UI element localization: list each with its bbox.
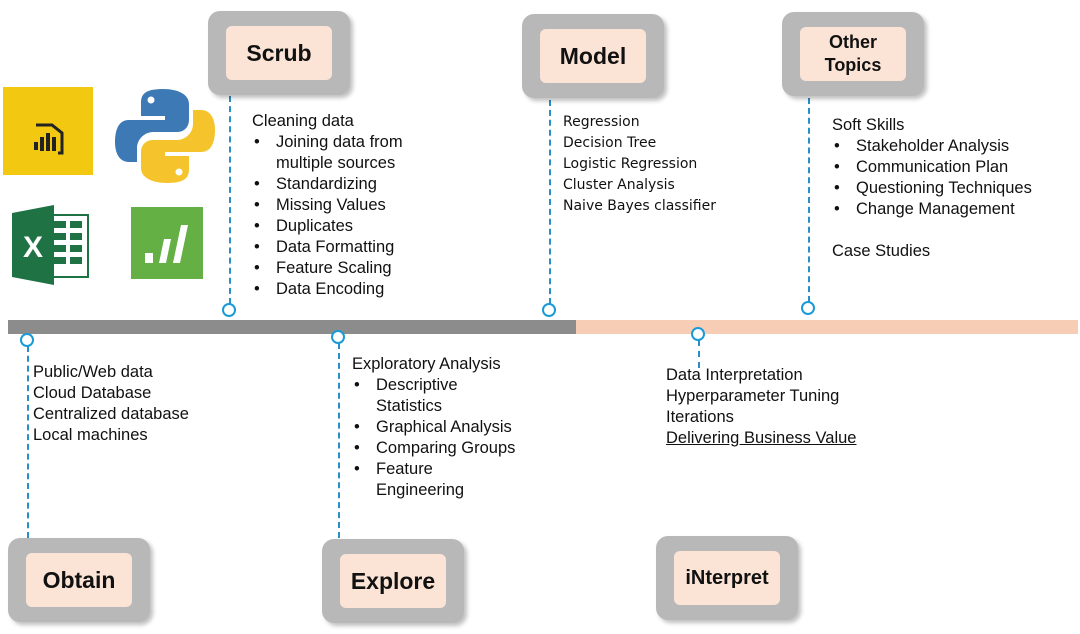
stage-model: Model — [522, 14, 664, 98]
stage-other-topics: Other Topics — [782, 12, 924, 96]
list-item: Logistic Regression — [563, 156, 698, 172]
connector — [808, 98, 810, 302]
list-item: Stakeholder Analysis — [834, 136, 1032, 157]
stage-explore: Explore — [322, 539, 464, 623]
list-item: Data Interpretation — [666, 366, 803, 384]
heading: Cleaning data — [252, 112, 354, 130]
list-item: Hyperparameter Tuning — [666, 387, 840, 405]
list-item: Missing Values — [254, 195, 426, 216]
list-item: Comparing Groups — [354, 438, 515, 459]
obtain-details: Public/Web data Cloud Database Centraliz… — [33, 362, 189, 446]
connector — [549, 100, 551, 304]
list-item: Naive Bayes classifier — [563, 198, 716, 214]
excel-icon: X — [10, 205, 90, 285]
stage-interpret: iNterpret — [656, 536, 798, 620]
timeline-marker — [542, 303, 556, 317]
list-item: Public/Web data — [33, 363, 153, 381]
stage-obtain: Obtain — [8, 538, 150, 622]
list-item: Cloud Database — [33, 384, 152, 402]
connector — [229, 96, 231, 304]
stage-title: iNterpret — [674, 551, 780, 605]
list-item: Descriptive Statistics — [354, 375, 486, 417]
footer: Case Studies — [832, 242, 931, 260]
list-item: Centralized database — [33, 405, 189, 423]
timeline-upcoming — [576, 320, 1078, 334]
list-item: Questioning Techniques — [834, 178, 1032, 199]
connector — [338, 343, 340, 538]
stage-title: Obtain — [26, 553, 132, 607]
heading: Exploratory Analysis — [352, 355, 501, 373]
explore-details: Exploratory Analysis Descriptive Statist… — [352, 354, 515, 501]
list-item: Delivering Business Value — [666, 429, 857, 447]
list-item: Local machines — [33, 426, 148, 444]
list-item: Duplicates — [254, 216, 426, 237]
power-bi-icon — [3, 87, 93, 175]
connector — [698, 340, 700, 368]
list-item: Data Encoding — [254, 279, 426, 300]
timeline-marker — [801, 301, 815, 315]
stage-title: Other Topics — [800, 27, 906, 81]
heading: Soft Skills — [832, 116, 905, 134]
other-topics-details: Soft Skills Stakeholder Analysis Communi… — [832, 115, 1032, 262]
stage-title: Model — [540, 29, 646, 83]
scrub-details: Cleaning data Joining data from multiple… — [252, 111, 426, 300]
timeline-marker — [222, 303, 236, 317]
timeline-marker — [20, 333, 34, 347]
list-item: Feature Scaling — [254, 258, 426, 279]
list-item: Graphical Analysis — [354, 417, 515, 438]
list-item: Data Formatting — [254, 237, 426, 258]
list-item: Decision Tree — [563, 135, 657, 151]
interpret-details: Data Interpretation Hyperparameter Tunin… — [666, 365, 856, 449]
list-item: Change Management — [834, 199, 1032, 220]
list-item: Standardizing — [254, 174, 426, 195]
list-item: Regression — [563, 114, 640, 130]
list-item: Joining data from multiple sources — [254, 132, 426, 174]
stage-title: Explore — [340, 554, 446, 608]
connector — [27, 346, 29, 538]
list-item: Cluster Analysis — [563, 177, 675, 193]
timeline-marker — [331, 330, 345, 344]
stage-title: Scrub — [226, 26, 332, 80]
list-item: Feature Engineering — [354, 459, 486, 501]
timeline-completed — [8, 320, 576, 334]
svg-text:X: X — [23, 231, 43, 264]
python-icon — [115, 86, 215, 186]
stage-scrub: Scrub — [208, 11, 350, 95]
timeline-marker — [691, 327, 705, 341]
model-details: Regression Decision Tree Logistic Regres… — [563, 112, 716, 217]
list-item: Communication Plan — [834, 157, 1032, 178]
minitab-icon — [131, 207, 203, 279]
list-item: Iterations — [666, 408, 734, 426]
